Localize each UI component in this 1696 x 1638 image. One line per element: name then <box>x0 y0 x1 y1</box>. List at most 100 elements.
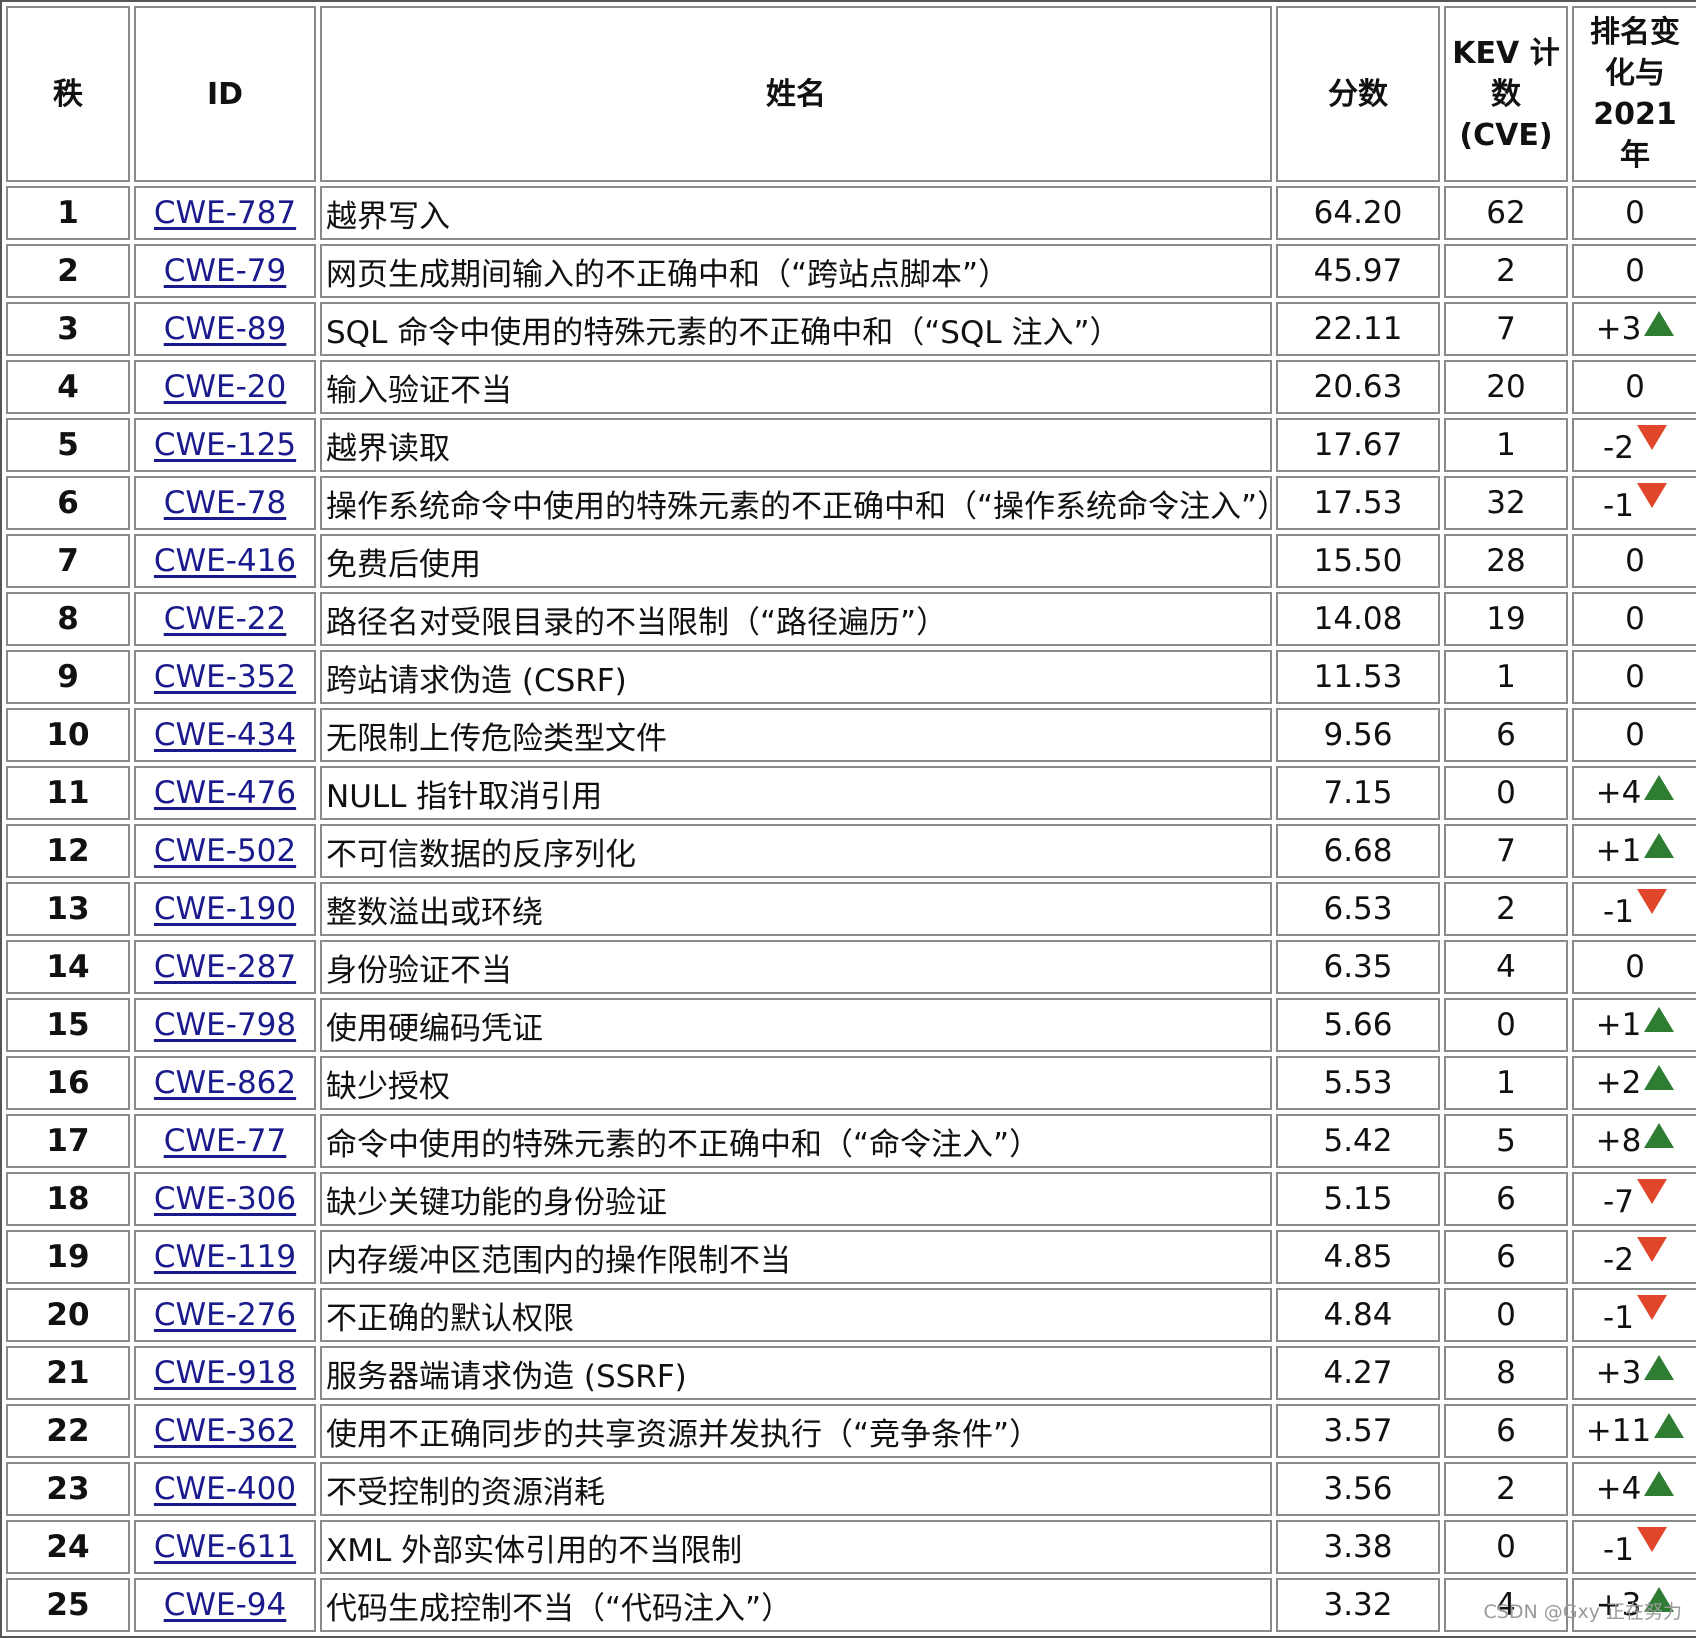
cwe-link[interactable]: CWE-276 <box>154 1297 296 1333</box>
score-text: 15.50 <box>1313 543 1403 579</box>
rank-change-cell: +2 <box>1572 1056 1696 1110</box>
rank-text: 17 <box>46 1123 90 1159</box>
cwe-id-cell: CWE-77 <box>134 1114 316 1168</box>
cwe-link[interactable]: CWE-78 <box>164 485 287 521</box>
weakness-name-cell: 路径名对受限目录的不当限制（“路径遍历”） <box>320 592 1272 646</box>
weakness-name-text: NULL 指针取消引用 <box>326 778 603 815</box>
weakness-name-cell: 缺少授权 <box>320 1056 1272 1110</box>
rank-change-text: 0 <box>1625 195 1645 231</box>
table-row: 20 CWE-276 不正确的默认权限 4.84 0 -1 <box>6 1288 1696 1342</box>
cwe-link[interactable]: CWE-20 <box>164 369 287 405</box>
triangle-up-icon <box>1654 1413 1685 1438</box>
rank-text: 22 <box>46 1413 90 1449</box>
kev-count-text: 19 <box>1486 601 1526 637</box>
weakness-name-text: 服务器端请求伪造 (SSRF) <box>326 1358 687 1395</box>
cwe-link[interactable]: CWE-362 <box>154 1413 296 1449</box>
weakness-name-text: 整数溢出或环绕 <box>326 894 543 931</box>
kev-count-cell: 4 <box>1444 940 1568 994</box>
rank-text: 8 <box>57 601 79 637</box>
kev-count-cell: 6 <box>1444 1172 1568 1226</box>
weakness-name-cell: 网页生成期间输入的不正确中和（“跨站点脚本”） <box>320 244 1272 298</box>
cwe-link[interactable]: CWE-352 <box>154 659 296 695</box>
rank-text: 16 <box>46 1065 90 1101</box>
header-row: 秩 ID 姓名 分数 KEV 计数 (CVE) 排名变化与 2021 年 <box>6 6 1696 182</box>
kev-count-cell: 0 <box>1444 766 1568 820</box>
cwe-link[interactable]: CWE-287 <box>154 949 296 985</box>
rank-change-text: +3 <box>1595 311 1642 347</box>
cwe-link[interactable]: CWE-190 <box>154 891 296 927</box>
score-cell: 6.35 <box>1276 940 1440 994</box>
cwe-link[interactable]: CWE-611 <box>154 1529 296 1565</box>
cwe-link[interactable]: CWE-434 <box>154 717 296 753</box>
weakness-name-cell: NULL 指针取消引用 <box>320 766 1272 820</box>
header-rank: 秩 <box>6 6 130 182</box>
weakness-name-text: 不受控制的资源消耗 <box>326 1474 605 1511</box>
kev-count-cell: 6 <box>1444 1230 1568 1284</box>
cwe-link[interactable]: CWE-306 <box>154 1181 296 1217</box>
cwe-link[interactable]: CWE-787 <box>154 195 296 231</box>
rank-cell: 8 <box>6 592 130 646</box>
cwe-id-cell: CWE-400 <box>134 1462 316 1516</box>
rank-change-cell: +3 <box>1572 302 1696 356</box>
kev-count-cell: 8 <box>1444 1346 1568 1400</box>
score-cell: 5.42 <box>1276 1114 1440 1168</box>
cwe-id-cell: CWE-362 <box>134 1404 316 1458</box>
weakness-name-cell: 越界写入 <box>320 186 1272 240</box>
cwe-id-cell: CWE-862 <box>134 1056 316 1110</box>
rank-change-text: +11 <box>1585 1413 1652 1449</box>
cwe-link[interactable]: CWE-119 <box>154 1239 296 1275</box>
score-text: 6.68 <box>1323 833 1393 869</box>
weakness-name-cell: 不正确的默认权限 <box>320 1288 1272 1342</box>
triangle-down-icon <box>1636 1236 1667 1262</box>
rank-text: 7 <box>57 543 79 579</box>
cwe-top25-table: 秩 ID 姓名 分数 KEV 计数 (CVE) 排名变化与 2021 年 1 CW… <box>0 0 1696 1638</box>
rank-cell: 11 <box>6 766 130 820</box>
weakness-name-cell: 不受控制的资源消耗 <box>320 1462 1272 1516</box>
weakness-name-text: 使用不正确同步的共享资源并发执行（“竞争条件”） <box>326 1416 1041 1453</box>
table-row: 10 CWE-434 无限制上传危险类型文件 9.56 6 0 <box>6 708 1696 762</box>
cwe-link[interactable]: CWE-416 <box>154 543 296 579</box>
cwe-id-cell: CWE-20 <box>134 360 316 414</box>
rank-cell: 15 <box>6 998 130 1052</box>
cwe-link[interactable]: CWE-77 <box>164 1123 287 1159</box>
kev-count-cell: 7 <box>1444 302 1568 356</box>
kev-count-text: 2 <box>1496 1471 1516 1507</box>
rank-cell: 20 <box>6 1288 130 1342</box>
kev-count-text: 1 <box>1496 659 1516 695</box>
rank-change-cell: -1 <box>1572 1288 1696 1342</box>
cwe-link[interactable]: CWE-798 <box>154 1007 296 1043</box>
score-cell: 17.67 <box>1276 418 1440 472</box>
header-id: ID <box>134 6 316 182</box>
score-text: 11.53 <box>1313 659 1403 695</box>
weakness-name-text: 代码生成控制不当（“代码注入”） <box>326 1590 793 1627</box>
cwe-link[interactable]: CWE-862 <box>154 1065 296 1101</box>
kev-count-text: 7 <box>1496 833 1516 869</box>
rank-change-cell: 0 <box>1572 186 1696 240</box>
rank-text: 21 <box>46 1355 90 1391</box>
rank-cell: 5 <box>6 418 130 472</box>
cwe-link[interactable]: CWE-22 <box>164 601 287 637</box>
table-row: 16 CWE-862 缺少授权 5.53 1 +2 <box>6 1056 1696 1110</box>
cwe-link[interactable]: CWE-89 <box>164 311 287 347</box>
rank-text: 9 <box>57 659 79 695</box>
cwe-link[interactable]: CWE-79 <box>164 253 287 289</box>
cwe-link[interactable]: CWE-94 <box>164 1587 287 1623</box>
kev-count-cell: 0 <box>1444 1520 1568 1574</box>
table-row: 21 CWE-918 服务器端请求伪造 (SSRF) 4.27 8 +3 <box>6 1346 1696 1400</box>
rank-change-text: +3 <box>1595 1355 1642 1391</box>
weakness-name-text: 跨站请求伪造 (CSRF) <box>326 662 627 699</box>
kev-count-text: 4 <box>1496 949 1516 985</box>
weakness-name-cell: 无限制上传危险类型文件 <box>320 708 1272 762</box>
score-text: 3.57 <box>1323 1413 1393 1449</box>
rank-change-cell: +1 <box>1572 824 1696 878</box>
cwe-link[interactable]: CWE-476 <box>154 775 296 811</box>
cwe-link[interactable]: CWE-125 <box>154 427 296 463</box>
kev-count-text: 6 <box>1496 717 1516 753</box>
weakness-name-cell: 越界读取 <box>320 418 1272 472</box>
cwe-link[interactable]: CWE-918 <box>154 1355 296 1391</box>
cwe-link[interactable]: CWE-400 <box>154 1471 296 1507</box>
triangle-up-icon <box>1644 1123 1675 1148</box>
rank-cell: 13 <box>6 882 130 936</box>
rank-change-cell: 0 <box>1572 534 1696 588</box>
cwe-link[interactable]: CWE-502 <box>154 833 296 869</box>
